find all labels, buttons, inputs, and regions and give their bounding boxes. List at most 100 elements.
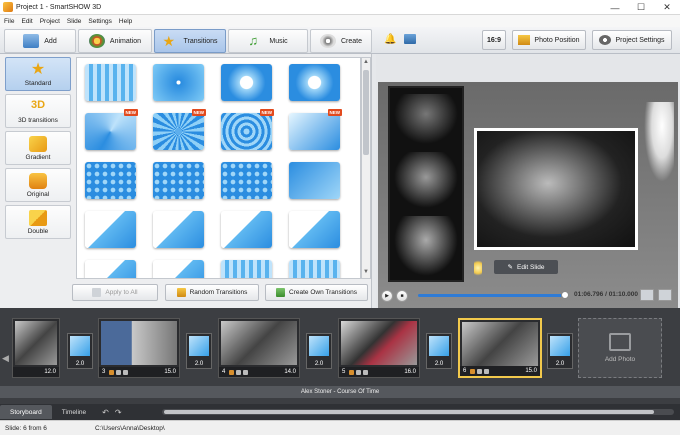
playhead-knob[interactable] [561,291,569,299]
edit-icon[interactable] [109,369,115,375]
edit-icon[interactable] [470,368,476,374]
menu-help[interactable]: Help [119,18,132,25]
tab-storyboard[interactable]: Storyboard [0,405,52,419]
transition-thumbnail[interactable]: NEW [153,109,206,150]
transition-thumbnail[interactable] [85,260,136,278]
transition-thumbnail[interactable]: NEW [221,109,274,150]
fullscreen-icon[interactable] [658,289,672,301]
snapshot-icon[interactable] [640,289,654,301]
sound-icon[interactable] [363,369,369,375]
menu-file[interactable]: File [4,18,14,25]
zoom-icon[interactable] [356,369,362,375]
transition-thumbnail[interactable] [85,211,136,248]
transition-thumbnail[interactable]: NEW [289,109,342,150]
scrollbar-thumb[interactable] [164,410,654,414]
transition-thumbnail[interactable] [221,211,272,248]
zoom-icon[interactable] [477,368,483,374]
menu-slide[interactable]: Slide [67,18,81,25]
menu-edit[interactable]: Edit [21,18,32,25]
scroll-down-icon[interactable]: ▼ [362,269,370,277]
zoom-icon[interactable] [116,369,122,375]
storyboard-transition[interactable]: 2.0 [186,333,212,369]
transition-thumbnail[interactable] [221,64,272,101]
category-label: Gradient [25,153,51,161]
menu-project[interactable]: Project [40,18,60,25]
photo-position-button[interactable]: Photo Position [512,30,586,50]
storyboard-transition[interactable]: 2.0 [547,333,573,369]
edit-icon[interactable] [229,369,235,375]
transition-thumbnail[interactable]: NEW [85,109,138,150]
add-photo-button[interactable]: Add Photo [578,318,662,378]
slide-preview [378,82,678,310]
random-icon [176,288,186,297]
tab-music[interactable]: ♫ Music [228,29,308,53]
apply-to-all-button[interactable]: Apply to All [72,284,158,301]
sound-icon[interactable] [243,369,249,375]
zoom-icon[interactable] [236,369,242,375]
transition-thumbnail[interactable] [153,211,204,248]
transition-thumbnail[interactable] [221,162,272,199]
category-gradient[interactable]: Gradient [5,131,71,165]
stop-button[interactable]: ■ [396,289,408,302]
transition-thumbnail[interactable] [289,211,340,248]
transition-thumbnail[interactable] [153,64,204,101]
storyboard-transition[interactable]: 2.0 [426,333,452,369]
storyboard-scrollbar[interactable] [162,409,674,415]
tab-transitions[interactable]: ★ Transitions [154,29,226,53]
slide-thumbnail [462,322,538,366]
storyboard-slide-5[interactable]: 5 16.0 [338,318,420,378]
menu-settings[interactable]: Settings [88,18,112,25]
gallery-icon[interactable] [404,34,416,44]
slide-number: 6 [463,368,467,374]
film-reel-icon [319,34,336,48]
scroll-up-icon[interactable]: ▲ [362,59,370,67]
3d-icon: 3D [30,98,46,111]
gallery-scrollbar[interactable]: ▲ ▼ [361,57,371,279]
tab-add[interactable]: Add [4,29,76,53]
transition-thumbnail[interactable] [85,64,136,101]
tab-create[interactable]: Create [310,29,372,53]
project-settings-button[interactable]: Project Settings [592,30,672,50]
playback-progress[interactable] [418,291,569,299]
bell-icon[interactable]: 🔔 [384,34,396,45]
transition-thumbnail[interactable] [289,260,340,278]
category-original[interactable]: Original [5,168,71,202]
transition-thumbnail[interactable] [289,162,340,199]
storyboard-slide-2[interactable]: 12.0 [12,318,60,378]
scrollbar-thumb[interactable] [363,70,369,155]
transition-duration: 2.0 [194,361,204,367]
edit-icon[interactable] [349,369,355,375]
storyboard-slide-6[interactable]: 6 15.0 [458,318,542,378]
maximize-button[interactable]: ☐ [628,0,654,15]
aspect-ratio-button[interactable]: 16:9 [482,30,506,50]
tab-animation[interactable]: Animation [78,29,152,53]
storyboard-transition[interactable]: 2.0 [306,333,332,369]
transition-thumbnail[interactable] [85,162,136,199]
storyboard-slide-3[interactable]: 3 15.0 [98,318,180,378]
sound-icon[interactable] [123,369,129,375]
play-button[interactable]: ▶ [381,289,393,302]
category-3d[interactable]: 3D 3D transitions [5,94,71,128]
transition-thumbnail[interactable] [153,162,204,199]
transition-thumbnail[interactable] [221,260,272,278]
slide-info-bar: 5 16.0 [339,367,419,377]
category-double[interactable]: Double [5,205,71,239]
undo-icon[interactable]: ↶ [102,408,109,417]
minimize-button[interactable]: — [602,0,628,15]
storyboard-transition[interactable]: 2.0 [67,333,93,369]
redo-icon[interactable]: ↷ [115,408,122,417]
audio-track[interactable]: Alex Stoner - Course Of Time [0,386,680,398]
storyboard-slide-4[interactable]: 4 14.0 [218,318,300,378]
create-own-transitions-button[interactable]: Create Own Transitions [265,284,368,301]
apply-to-all-label: Apply to All [105,289,138,296]
menu-bar: File Edit Project Slide Settings Help [0,15,680,27]
close-button[interactable]: ✕ [654,0,680,15]
transition-thumbnail[interactable] [289,64,340,101]
random-transitions-button[interactable]: Random Transitions [165,284,259,301]
transition-thumbnail[interactable] [153,260,204,278]
sound-icon[interactable] [484,368,490,374]
scroll-left-icon[interactable]: ◀ [2,353,9,364]
tab-timeline[interactable]: Timeline [52,405,96,419]
category-standard[interactable]: ★ Standard [5,57,71,91]
edit-slide-button[interactable]: ✎ Edit Slide [494,260,558,274]
